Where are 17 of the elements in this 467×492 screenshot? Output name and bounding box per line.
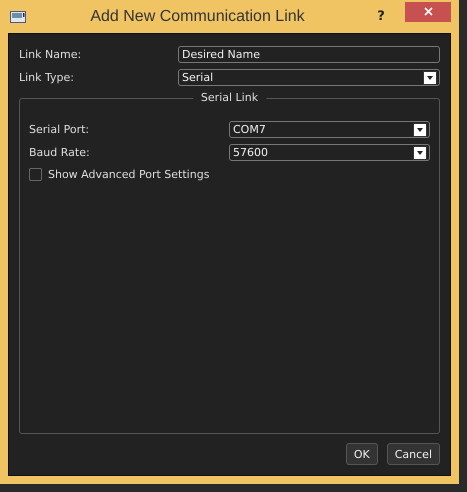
text-field[interactable]: Desired Name	[178, 46, 440, 63]
field-label: Baud Rate:	[29, 146, 91, 159]
dropdown[interactable]: Serial	[178, 69, 440, 86]
checkbox[interactable]	[29, 168, 42, 180]
app-icon	[10, 10, 26, 22]
field-label: Link Name:	[19, 48, 82, 61]
help-button[interactable]: ?	[369, 9, 393, 24]
close-button[interactable]	[405, 2, 451, 22]
field-label: Link Type:	[19, 71, 75, 84]
checkbox-label[interactable]: Show Advanced Port Settings	[48, 168, 210, 180]
window-title: Add New Communication Link	[89, 8, 306, 26]
dropdown[interactable]: 57600	[229, 144, 430, 161]
dialog-button[interactable]: Cancel	[386, 443, 440, 465]
dialog-button[interactable]: OK	[346, 443, 378, 465]
close-icon	[424, 7, 432, 16]
dropdown[interactable]: COM7	[229, 121, 430, 138]
field-label: Serial Port:	[29, 123, 90, 136]
